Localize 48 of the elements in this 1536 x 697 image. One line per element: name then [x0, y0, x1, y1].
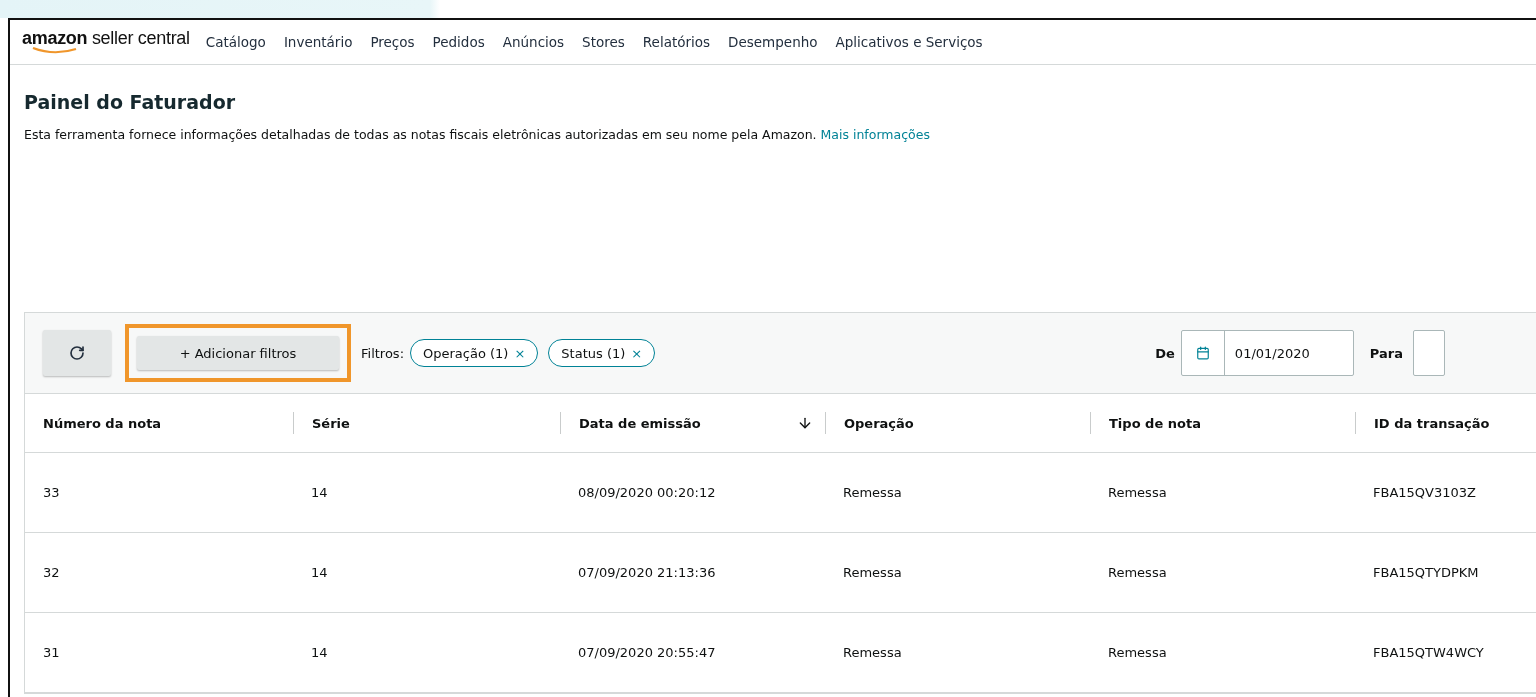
table-cell-text: Remessa [1107, 565, 1168, 580]
nav-link[interactable]: Desempenho [728, 34, 818, 50]
nav-link[interactable]: Aplicativos e Serviços [835, 34, 983, 50]
filter-chip[interactable]: Status (1) × [548, 339, 656, 367]
column-header[interactable]: Série [293, 412, 560, 434]
table-cell-text: 08/09/2020 00:20:12 [577, 485, 717, 500]
column-header[interactable]: Operação [825, 412, 1090, 434]
nav-link[interactable]: Catálogo [205, 34, 266, 50]
nav-link[interactable]: Pedidos [432, 34, 485, 50]
table-cell-text: Remessa [1107, 645, 1168, 660]
table-cell-text: 07/09/2020 21:13:36 [577, 565, 717, 580]
nav-link[interactable]: Relatórios [642, 34, 711, 50]
table-cell-text: 14 [310, 485, 329, 500]
table-cell-text: 33 [42, 485, 61, 500]
refresh-button[interactable] [43, 330, 111, 376]
table-cell-text: Remessa [842, 485, 903, 500]
table-cell-text: 07/09/2020 20:55:47 [577, 645, 717, 660]
page-title: Painel do Faturador [24, 91, 237, 113]
table-cell-text: 32 [42, 565, 61, 580]
column-header[interactable]: Tipo de nota [1090, 412, 1355, 434]
filter-chip[interactable]: Operação (1) × [410, 339, 539, 367]
from-label: De [1155, 345, 1175, 361]
more-info-link[interactable]: Mais informações [820, 127, 930, 142]
page-description: Esta ferramenta fornece informações detalhadas de todas as notas fiscais eletrônicas autorizadas em seu nome pela Amazon. Mais informações [24, 127, 931, 142]
to-date-field[interactable] [1413, 330, 1445, 376]
from-date-field[interactable]: 01/01/2020 [1180, 330, 1354, 376]
column-header[interactable]: Data de emissão [560, 412, 825, 434]
table-cell-text: Remessa [842, 565, 903, 580]
column-header[interactable]: ID da transação [1355, 412, 1536, 434]
filters-label: Filtros: [361, 345, 405, 361]
nav-link[interactable]: Inventário [283, 34, 353, 50]
table-cell-text: Remessa [842, 645, 903, 660]
column-header[interactable]: Número da nota [25, 412, 293, 434]
add-filters-button[interactable]: + Adicionar filtros [137, 336, 339, 370]
table-cell-text: 31 [42, 645, 61, 660]
table-cell-text: FBA15QTYDPKM [1372, 565, 1480, 580]
table-cell-text: Remessa [1107, 485, 1168, 500]
refresh-icon [69, 345, 85, 361]
to-label: Para [1369, 345, 1403, 361]
nav-link[interactable]: Stores [582, 34, 625, 50]
nav-link[interactable]: Anúncios [502, 34, 565, 50]
table-cell-text: 14 [310, 645, 329, 660]
seller-central-logo[interactable]: amazon seller central [22, 28, 190, 56]
table-cell-text: FBA15QV3103Z [1372, 485, 1477, 500]
table-cell-text: 14 [310, 565, 329, 580]
calendar-icon [1195, 346, 1210, 360]
table-cell-text: FBA15QTW4WCY [1372, 645, 1485, 660]
nav-link[interactable]: Preços [370, 34, 415, 50]
